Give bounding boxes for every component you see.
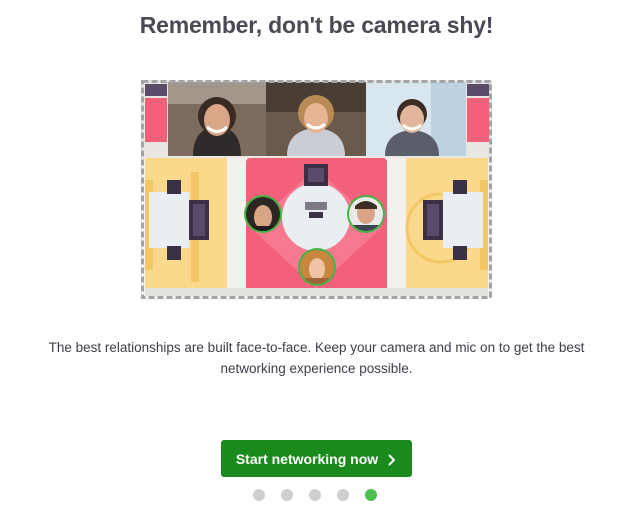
modal-title: Remember, don't be camera shy! bbox=[139, 12, 494, 38]
chevron-right-icon bbox=[387, 453, 397, 465]
pagination-dots bbox=[253, 489, 377, 501]
video-tile-2 bbox=[266, 82, 366, 156]
pagination-dot-3[interactable] bbox=[309, 489, 321, 501]
modal-description: The best relationships are built face-to… bbox=[48, 340, 585, 376]
pagination-dot-2[interactable] bbox=[281, 489, 293, 501]
video-tile-3 bbox=[366, 82, 466, 156]
pagination-dot-1[interactable] bbox=[253, 489, 265, 501]
start-networking-button[interactable]: Start networking now bbox=[221, 440, 412, 477]
camera-illustration bbox=[141, 80, 492, 299]
pagination-dot-5[interactable] bbox=[365, 489, 377, 501]
video-tile-1 bbox=[168, 82, 266, 156]
start-networking-label: Start networking now bbox=[235, 450, 379, 467]
pagination-dot-4[interactable] bbox=[337, 489, 349, 501]
